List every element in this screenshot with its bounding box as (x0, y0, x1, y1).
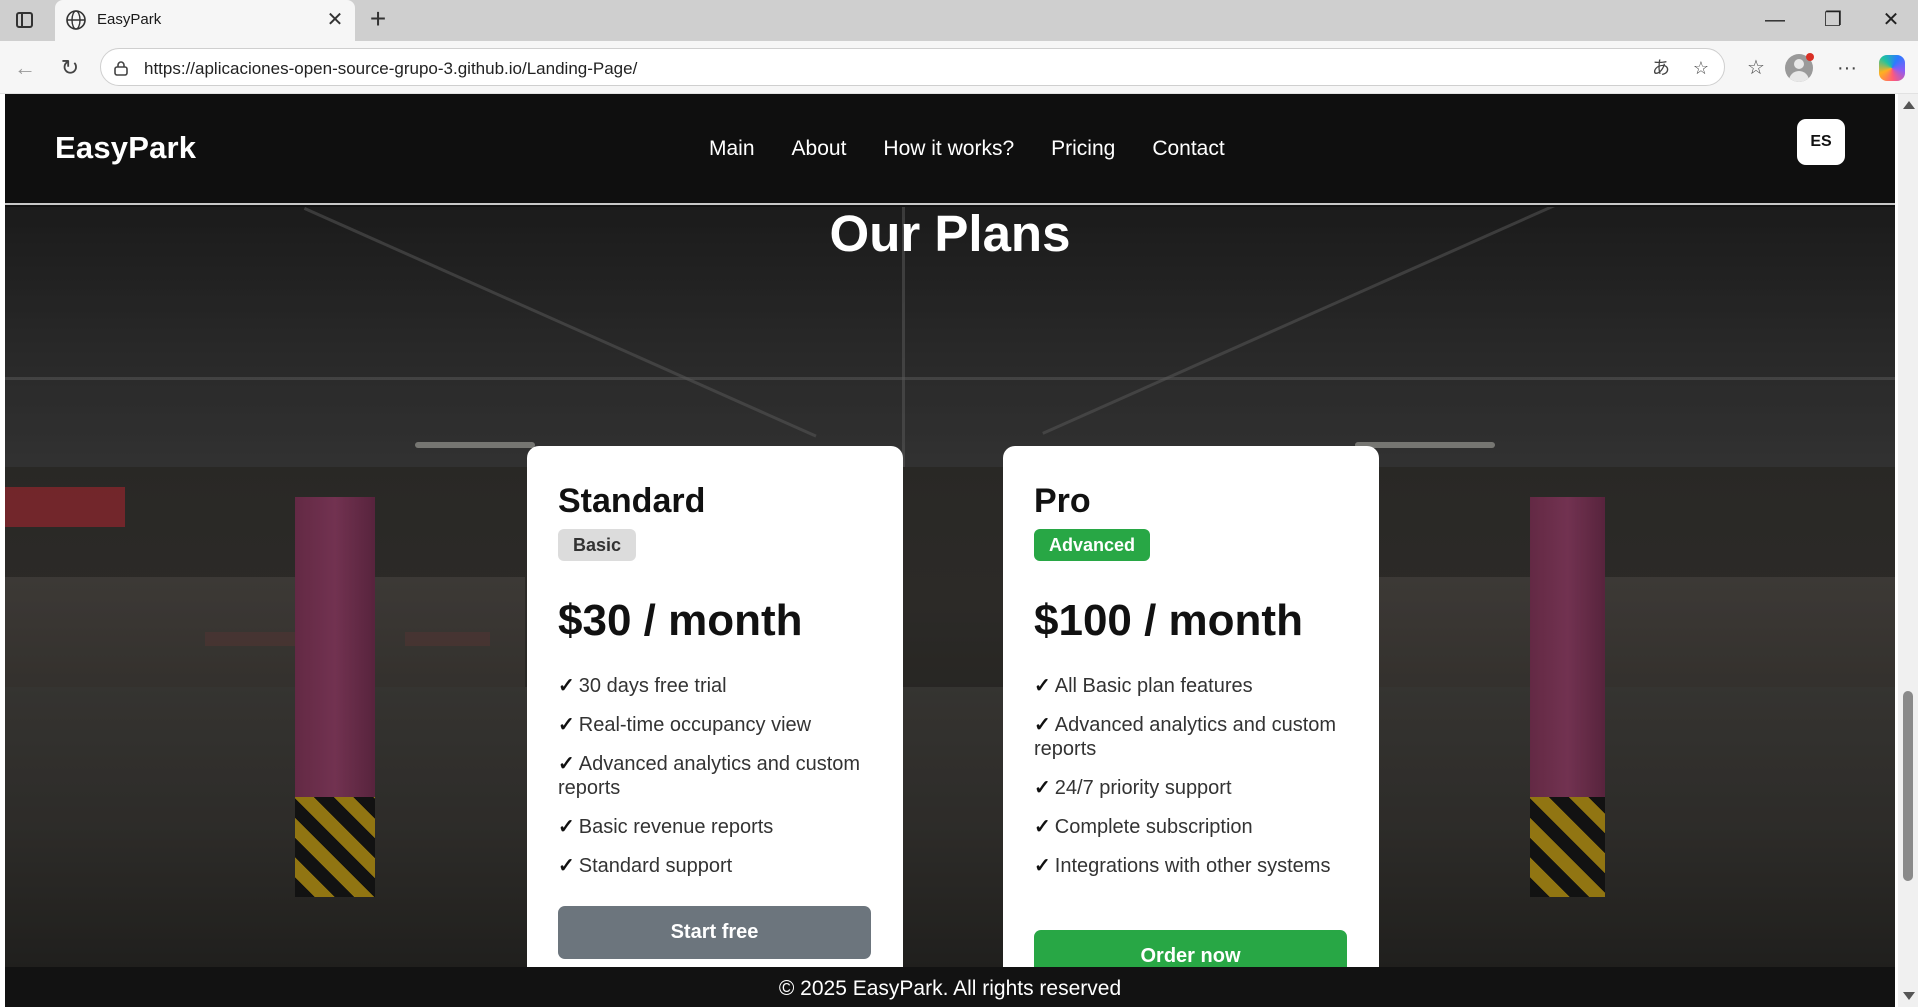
feature-item: ✓ Integrations with other systems (1034, 855, 1331, 877)
plans-hero-background (5, 207, 1895, 967)
minimize-icon[interactable]: — (1748, 0, 1802, 41)
feature-item: ✓ Standard support (558, 855, 733, 877)
plan-card-standard: Standard Basic $30 / month ✓ 30 days free… (527, 446, 903, 1007)
feature-item: ✓ All Basic plan features (1034, 675, 1253, 697)
nav-link-contact[interactable]: Contact (1152, 137, 1224, 161)
address-bar[interactable]: https://aplicaciones-open-source-grupo-3… (100, 48, 1725, 86)
nav-link-about[interactable]: About (792, 137, 847, 161)
feature-item: ✓ 30 days free trial (558, 675, 727, 697)
scroll-up-icon[interactable] (1903, 101, 1915, 109)
start-free-button[interactable]: Start free (558, 906, 871, 959)
feature-item: ✓ Real-time occupancy view (558, 714, 812, 736)
star-icon[interactable]: ☆ (1689, 56, 1713, 80)
plan-badge: Advanced (1034, 529, 1151, 561)
plan-features-list: ✓ All Basic plan features ✓ Advanced analy… (1034, 674, 1354, 893)
nav-link-main[interactable]: Main (709, 137, 755, 161)
notification-dot (1806, 53, 1814, 61)
check-icon: ✓ (558, 855, 575, 877)
plan-card-pro: Pro Advanced $100 / month ✓ All Basic pla… (1003, 446, 1379, 1007)
check-icon: ✓ (1034, 816, 1051, 838)
plan-price: $100 / month (1034, 596, 1303, 645)
scrollbar-thumb[interactable] (1903, 691, 1913, 881)
check-icon: ✓ (558, 714, 575, 736)
check-icon: ✓ (1034, 777, 1051, 799)
browser-tab-bar: EasyPark ✕ + — ❐ ✕ (0, 0, 1918, 41)
back-arrow-icon[interactable]: ← (10, 53, 40, 83)
scroll-down-icon[interactable] (1903, 992, 1915, 1000)
nav-link-how-it-works[interactable]: How it works? (883, 137, 1014, 161)
close-icon[interactable]: ✕ (323, 8, 347, 32)
brand-logo[interactable]: EasyPark (55, 130, 196, 166)
check-icon: ✓ (1034, 855, 1051, 877)
restore-icon[interactable]: ❐ (1806, 0, 1860, 41)
more-icon[interactable]: ··· (1832, 53, 1862, 83)
site-footer: © 2025 EasyPark. All rights reserved (5, 967, 1895, 1007)
feature-item: ✓ Advanced analytics and custom reports (1034, 714, 1337, 760)
main-nav: Main About How it works? Pricing Contact (709, 137, 1225, 161)
check-icon: ✓ (558, 753, 575, 775)
check-icon: ✓ (558, 816, 575, 838)
check-icon: ✓ (1034, 714, 1051, 736)
language-toggle-button[interactable]: ES (1797, 119, 1845, 165)
translate-icon[interactable]: あ (1649, 56, 1673, 80)
feature-item: ✓ 24/7 priority support (1034, 777, 1232, 799)
sidebar-toggle-icon[interactable] (12, 10, 38, 32)
copilot-icon[interactable] (1879, 55, 1905, 81)
browser-toolbar: ← ↻ https://aplicaciones-open-source-gru… (0, 41, 1918, 94)
check-icon: ✓ (558, 675, 575, 697)
reload-icon[interactable]: ↻ (55, 53, 85, 83)
plan-price: $30 / month (558, 596, 803, 645)
feature-item: ✓ Basic revenue reports (558, 816, 774, 838)
plan-name: Standard (558, 482, 706, 520)
plan-badge: Basic (558, 529, 637, 561)
page-viewport: EasyPark Main About How it works? Pricin… (0, 94, 1918, 1007)
close-window-icon[interactable]: ✕ (1864, 0, 1918, 41)
copyright-text: © 2025 EasyPark. All rights reserved (778, 977, 1122, 1000)
landing-page: EasyPark Main About How it works? Pricin… (5, 94, 1895, 1007)
feature-item: ✓ Advanced analytics and custom reports (558, 753, 861, 799)
check-icon: ✓ (1034, 675, 1051, 697)
plans-section-title: Our Plans (829, 205, 1071, 262)
browser-tab[interactable]: EasyPark ✕ (55, 0, 355, 41)
site-header: EasyPark Main About How it works? Pricin… (5, 94, 1895, 205)
globe-icon (66, 10, 86, 30)
page-scrollbar[interactable] (1898, 94, 1918, 1007)
plan-features-list: ✓ 30 days free trial ✓ Real-time occupancy… (558, 674, 878, 893)
lock-icon[interactable] (113, 60, 129, 76)
tab-title: EasyPark (97, 11, 162, 28)
favorites-icon[interactable]: ☆ (1741, 53, 1771, 83)
url-text[interactable]: https://aplicaciones-open-source-grupo-3… (144, 59, 637, 79)
feature-item: ✓ Complete subscription (1034, 816, 1253, 838)
nav-link-pricing[interactable]: Pricing (1051, 137, 1115, 161)
plan-name: Pro (1034, 482, 1091, 520)
plus-icon[interactable]: + (364, 5, 392, 34)
